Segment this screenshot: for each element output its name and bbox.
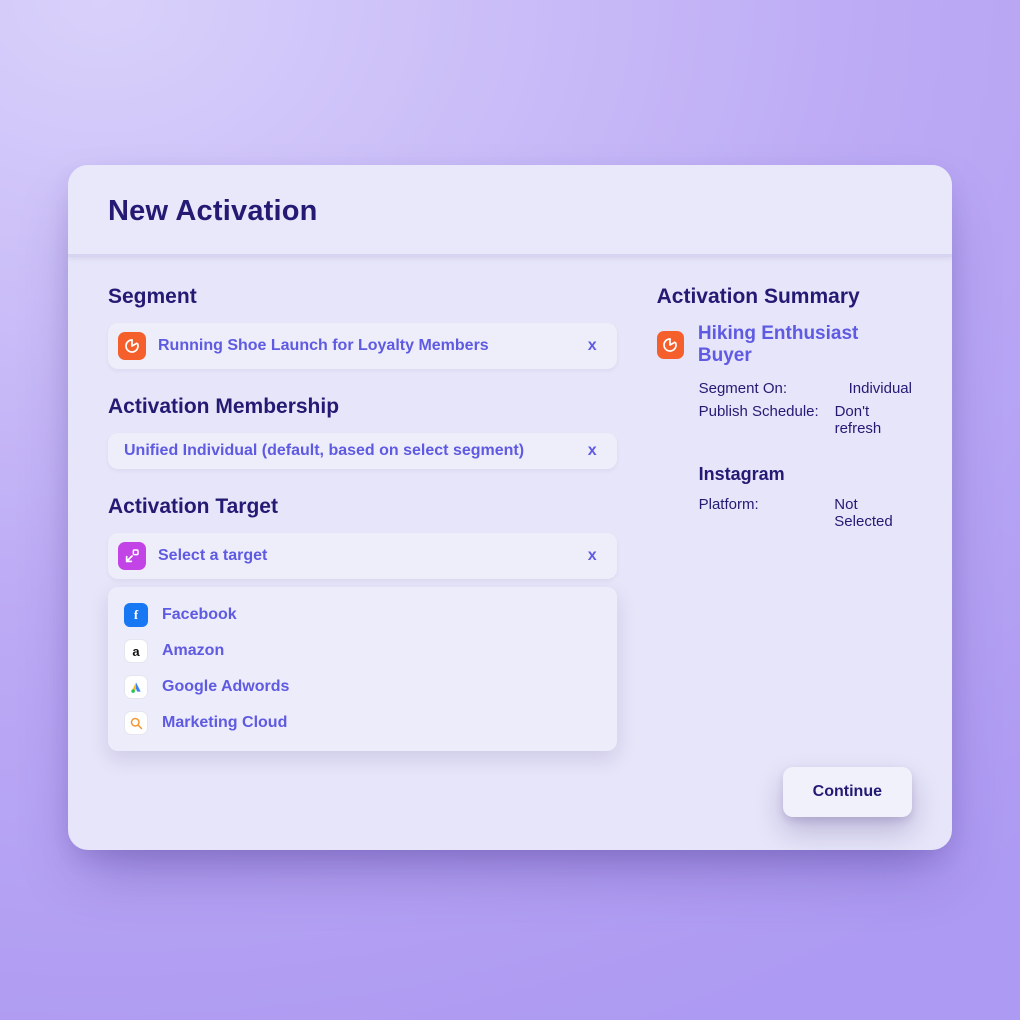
target-selector[interactable]: Select a target x xyxy=(108,533,617,579)
membership-section: Activation Membership Unified Individual… xyxy=(108,395,617,469)
summary-value: Not Selected xyxy=(834,496,912,530)
segment-selector[interactable]: Running Shoe Launch for Loyalty Members … xyxy=(108,323,617,369)
summary-row: Publish Schedule: Don't refresh xyxy=(699,400,912,440)
summary-row: Segment On: Individual xyxy=(699,377,912,400)
target-option-label: Facebook xyxy=(162,606,237,624)
summary-key: Publish Schedule: xyxy=(699,403,835,437)
form-column: Segment Running Shoe Launch for Loyalty … xyxy=(108,285,617,817)
segment-value: Running Shoe Launch for Loyalty Members xyxy=(158,337,584,355)
summary-sub-kv-block: Platform: Not Selected xyxy=(699,493,912,533)
target-option-facebook[interactable]: f Facebook xyxy=(118,597,607,633)
target-option-label: Marketing Cloud xyxy=(162,714,287,732)
target-placeholder: Select a target xyxy=(158,547,584,565)
summary-value: Individual xyxy=(849,380,912,397)
segment-section: Segment Running Shoe Launch for Loyalty … xyxy=(108,285,617,369)
google-adwords-icon xyxy=(124,675,148,699)
summary-label: Activation Summary xyxy=(657,285,912,309)
page-title: New Activation xyxy=(108,195,912,228)
card-header: New Activation xyxy=(68,165,952,257)
summary-title-row: Hiking Enthusiast Buyer xyxy=(657,323,912,367)
target-dropdown: f Facebook a Amazon xyxy=(108,587,617,751)
target-option-google[interactable]: Google Adwords xyxy=(118,669,607,705)
continue-button[interactable]: Continue xyxy=(783,767,912,817)
summary-row: Platform: Not Selected xyxy=(699,493,912,533)
membership-clear[interactable]: x xyxy=(584,442,601,460)
summary-column: Activation Summary Hiking Enthusiast Buy… xyxy=(657,285,912,817)
target-option-amazon[interactable]: a Amazon xyxy=(118,633,607,669)
membership-value: Unified Individual (default, based on se… xyxy=(124,442,584,460)
card-body: Segment Running Shoe Launch for Loyalty … xyxy=(68,257,952,847)
summary-segment-name: Hiking Enthusiast Buyer xyxy=(698,323,912,367)
summary-subtitle: Instagram xyxy=(699,464,912,485)
target-option-label: Amazon xyxy=(162,642,224,660)
activation-card: New Activation Segment Running Shoe Laun… xyxy=(68,165,952,850)
target-label: Activation Target xyxy=(108,495,617,519)
target-clear[interactable]: x xyxy=(584,547,601,565)
donut-chart-icon xyxy=(657,331,684,359)
membership-label: Activation Membership xyxy=(108,395,617,419)
summary-kv-block: Segment On: Individual Publish Schedule:… xyxy=(699,377,912,440)
facebook-icon: f xyxy=(124,603,148,627)
summary-value: Don't refresh xyxy=(835,403,912,437)
expand-arrow-icon xyxy=(118,542,146,570)
continue-label: Continue xyxy=(813,783,882,800)
segment-label: Segment xyxy=(108,285,617,309)
donut-chart-icon xyxy=(118,332,146,360)
target-section: Activation Target Select a target x xyxy=(108,495,617,751)
amazon-icon: a xyxy=(124,639,148,663)
target-option-label: Google Adwords xyxy=(162,678,289,696)
marketing-cloud-icon xyxy=(124,711,148,735)
membership-selector[interactable]: Unified Individual (default, based on se… xyxy=(108,433,617,469)
segment-clear[interactable]: x xyxy=(584,337,601,355)
summary-key: Segment On: xyxy=(699,380,849,397)
target-option-marketing-cloud[interactable]: Marketing Cloud xyxy=(118,705,607,741)
summary-key: Platform: xyxy=(699,496,835,530)
